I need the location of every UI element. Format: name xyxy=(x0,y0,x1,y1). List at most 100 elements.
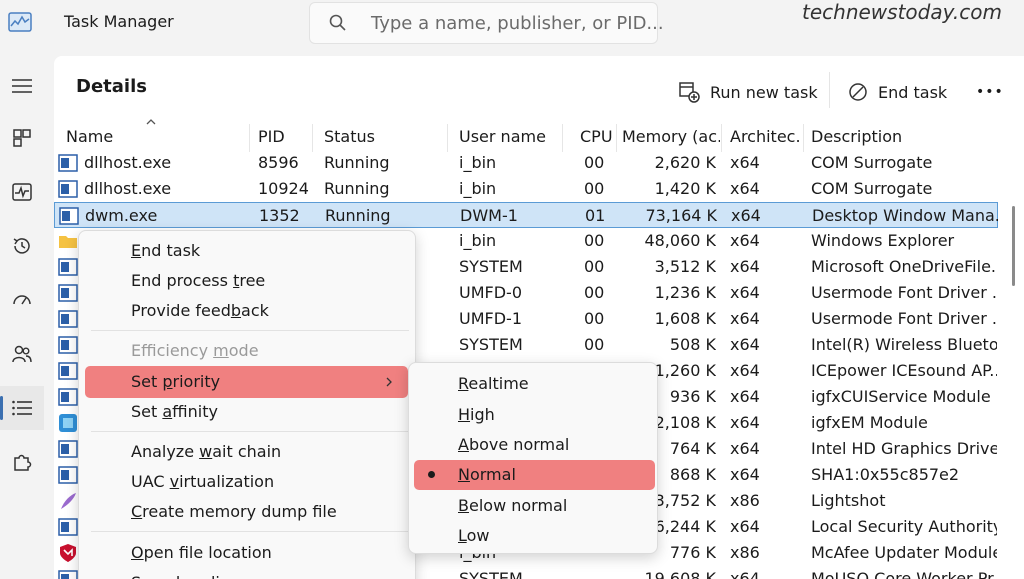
cell-status: Running xyxy=(324,179,390,198)
window-process-icon xyxy=(58,518,78,536)
nav-processes[interactable] xyxy=(0,116,44,160)
cell-arch: x64 xyxy=(730,439,760,458)
menu-item-end-process-tree[interactable]: End process tree xyxy=(131,267,265,295)
cell-mem: 2,620 K xyxy=(654,153,716,172)
priority-low[interactable]: Low xyxy=(458,522,490,550)
window-process-icon xyxy=(58,336,78,354)
menu-item-analyze-wait-chain[interactable]: Analyze wait chain xyxy=(131,438,281,466)
cell-user: UMFD-0 xyxy=(459,283,522,302)
hamburger-menu-button[interactable] xyxy=(0,64,44,108)
table-row[interactable]: dwm.exe 1352 Running DWM-1 01 73,164 K x64 Desk… xyxy=(54,202,998,228)
cell-arch: x64 xyxy=(730,283,760,302)
run-new-task-button[interactable]: Run new task xyxy=(678,72,818,112)
cell-mem: 508 K xyxy=(669,335,716,354)
cell-arch: x64 xyxy=(730,465,760,484)
priority-below-normal[interactable]: Below normal xyxy=(458,492,567,520)
priority-above-normal[interactable]: Above normal xyxy=(458,431,569,459)
nav-details[interactable] xyxy=(0,386,44,430)
cell-arch: x64 xyxy=(730,413,760,432)
task-manager-window: Task Manager Type a name, publisher, or … xyxy=(0,0,1024,579)
column-header-architecture[interactable]: Architec... xyxy=(718,124,802,150)
cell-desc: Windows Explorer xyxy=(811,231,955,250)
cell-arch: x64 xyxy=(730,231,760,250)
cell-arch: x64 xyxy=(730,179,760,198)
process-context-menu: End task End process tree Provide feedba… xyxy=(78,230,416,579)
mcafee-shield-icon xyxy=(60,544,76,562)
column-header-status[interactable]: Status xyxy=(312,124,446,150)
menu-item-uac-virtualization[interactable]: UAC virtualization xyxy=(131,468,274,496)
column-header-pid[interactable]: PID xyxy=(246,124,312,150)
history-icon xyxy=(13,238,30,254)
window-process-icon xyxy=(58,570,78,579)
table-row[interactable]: dllhost.exe 10924 Running i_bin 00 1,420 K x64… xyxy=(54,176,998,202)
app-icon xyxy=(59,414,77,432)
cell-arch: x64 xyxy=(730,361,760,380)
cell-cpu: 00 xyxy=(584,335,605,354)
menu-item-provide-feedback[interactable]: Provide feedback xyxy=(131,297,269,325)
column-divider[interactable] xyxy=(562,124,563,152)
menu-item-open-file-location[interactable]: Open file location xyxy=(131,539,272,567)
menu-item-end-task[interactable]: End task xyxy=(131,237,200,265)
hamburger-icon xyxy=(12,79,32,93)
window-process-icon xyxy=(58,180,78,198)
cell-cpu: 01 xyxy=(585,206,606,225)
cell-user: DWM-1 xyxy=(460,206,518,225)
window-process-icon xyxy=(58,388,78,406)
menu-item-set-priority[interactable]: Set priority xyxy=(131,368,220,396)
nav-app-history[interactable] xyxy=(0,224,44,268)
column-header-memory[interactable]: Memory (ac... xyxy=(610,124,720,150)
priority-normal[interactable]: Normal xyxy=(458,461,516,489)
menu-separator xyxy=(91,531,409,532)
cell-cpu: 00 xyxy=(584,309,605,328)
menu-item-set-affinity[interactable]: Set affinity xyxy=(131,398,218,426)
cell-arch: x64 xyxy=(730,517,760,536)
column-header-user-name[interactable]: User name xyxy=(447,124,561,150)
cell-mem: 73,164 K xyxy=(645,206,717,225)
watermark: technewstoday.com xyxy=(802,0,1002,24)
submenu-chevron-right-icon xyxy=(386,377,392,387)
table-row[interactable]: dllhost.exe 8596 Running i_bin 00 2,620 K x64 C… xyxy=(54,150,998,176)
cell-user: UMFD-1 xyxy=(459,309,522,328)
cell-name: dwm.exe xyxy=(85,206,158,225)
cell-user: i_bin xyxy=(459,231,497,250)
nav-performance[interactable] xyxy=(0,170,44,214)
more-options-button[interactable]: ••• xyxy=(976,72,1004,112)
startup-gauge-icon xyxy=(13,295,31,305)
cell-pid: 10924 xyxy=(258,179,309,198)
cell-cpu: 00 xyxy=(584,231,605,250)
cell-status: Running xyxy=(325,206,391,225)
cell-mem: 1,420 K xyxy=(654,179,716,198)
cell-name: dllhost.exe xyxy=(84,179,172,198)
window-process-icon xyxy=(58,258,78,276)
cell-user: i_bin xyxy=(459,153,497,172)
cell-user: i_bin xyxy=(459,179,497,198)
nav-startup-apps[interactable] xyxy=(0,278,44,322)
page-title: Details xyxy=(76,76,147,97)
menu-item-search-online[interactable]: Search online xyxy=(131,569,240,579)
cell-mem: 19,608 K xyxy=(644,569,716,579)
vertical-scrollbar[interactable] xyxy=(1012,206,1015,286)
menu-item-efficiency-mode: Efficiency mode xyxy=(131,341,259,360)
window-process-icon xyxy=(58,362,78,380)
priority-realtime[interactable]: Realtime xyxy=(458,370,529,398)
priority-high[interactable]: High xyxy=(458,401,495,429)
end-task-label: End task xyxy=(878,82,948,102)
window-process-icon xyxy=(58,154,78,172)
cell-desc: igfxCUIService Module xyxy=(811,387,991,406)
performance-icon xyxy=(12,183,32,201)
cell-desc: COM Surrogate xyxy=(811,179,933,198)
cell-cpu xyxy=(584,566,614,579)
column-header-description[interactable]: Description xyxy=(799,124,999,150)
menu-item-create-memory-dump[interactable]: Create memory dump file xyxy=(131,498,337,526)
details-list-icon xyxy=(12,400,32,416)
nav-services[interactable] xyxy=(0,440,44,484)
cell-mem: 1,236 K xyxy=(654,283,716,302)
search-box[interactable]: Type a name, publisher, or PID... xyxy=(309,2,664,44)
nav-users[interactable] xyxy=(0,332,44,376)
column-header-name[interactable]: Name xyxy=(54,124,248,150)
cell-arch: x86 xyxy=(730,491,760,510)
nav-rail xyxy=(0,56,44,579)
cell-desc: McAfee Updater Module xyxy=(811,543,997,562)
task-manager-app-icon xyxy=(8,12,32,32)
end-task-button[interactable]: End task xyxy=(848,72,947,112)
